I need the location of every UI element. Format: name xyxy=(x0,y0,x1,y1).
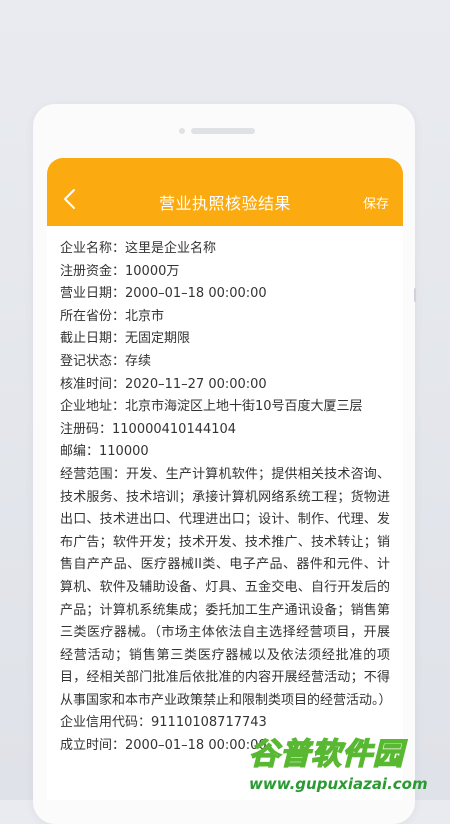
field-label: 邮编： xyxy=(60,444,100,460)
field-value: 2020–11–27 00:00:00 xyxy=(125,376,267,392)
field-company-address: 企业地址：北京市海淀区上地十街10号百度大厦三层 xyxy=(60,396,390,419)
field-value: 北京市 xyxy=(125,308,165,324)
verification-details: 企业名称：这里是企业名称 注册资金：10000万 营业日期：2000–01–18… xyxy=(60,238,392,758)
field-value: 2000–01–18 00:00:00 xyxy=(125,738,267,754)
field-label: 登记状态： xyxy=(60,353,126,369)
camera-dot xyxy=(179,128,185,134)
scrollbar-thumb[interactable] xyxy=(414,288,416,302)
field-registered-capital: 注册资金：10000万 xyxy=(60,261,390,284)
field-value: 91110108717743 xyxy=(151,715,267,731)
page-title: 营业执照核验结果 xyxy=(158,194,291,213)
field-label: 企业信用代码： xyxy=(60,715,152,731)
field-business-date: 营业日期：2000–01–18 00:00:00 xyxy=(60,283,390,306)
field-credit-code: 企业信用代码：91110108717743 xyxy=(60,712,390,735)
field-value: 2000–01–18 00:00:00 xyxy=(125,286,267,302)
field-value: 10000万 xyxy=(125,263,180,279)
watermark-url: www.gupuxiazai.com xyxy=(249,775,428,793)
field-postal-code: 邮编：110000 xyxy=(60,441,390,464)
watermark-title: 谷普软件园 xyxy=(248,736,404,773)
field-registration-code: 注册码：110000410144104 xyxy=(60,419,390,442)
field-label: 所在省份： xyxy=(60,308,126,324)
field-label: 企业名称： xyxy=(60,241,126,256)
field-value: 无固定期限 xyxy=(125,331,191,347)
watermark-logo: 谷普软件园 www.gupuxiazai.com xyxy=(247,736,447,797)
field-label: 经营范围： xyxy=(60,466,127,482)
field-value: 110000410144104 xyxy=(112,421,237,437)
field-value: 存续 xyxy=(125,353,152,369)
field-label: 营业日期： xyxy=(60,286,126,302)
field-label: 注册资金： xyxy=(60,263,126,279)
field-end-date: 截止日期：无固定期限 xyxy=(60,328,390,351)
field-label: 注册码： xyxy=(60,421,113,437)
save-button[interactable]: 保存 xyxy=(363,196,389,214)
field-label: 核准时间： xyxy=(60,376,126,392)
field-business-scope: 经营范围：开发、生产计算机软件；提供相关技术咨询、技术服务、技术培训；承接计算机… xyxy=(60,464,392,713)
field-province: 所在省份：北京市 xyxy=(60,306,390,329)
field-label: 成立时间： xyxy=(60,738,126,754)
field-value: 这里是企业名称 xyxy=(125,241,217,256)
field-company-name: 企业名称：这里是企业名称 xyxy=(60,238,390,261)
field-approval-time: 核准时间：2020–11–27 00:00:00 xyxy=(60,374,390,397)
field-value: 北京市海淀区上地十街10号百度大厦三层 xyxy=(125,399,363,415)
field-label: 截止日期： xyxy=(60,331,126,347)
field-value: 开发、生产计算机软件；提供相关技术咨询、技术服务、技术培训；承接计算机网络系统工… xyxy=(60,466,392,708)
field-value: 110000 xyxy=(99,444,149,460)
field-label: 企业地址： xyxy=(60,399,126,415)
speaker-slot xyxy=(191,128,255,134)
field-registration-status: 登记状态：存续 xyxy=(60,351,390,374)
phone-earpiece xyxy=(179,128,269,134)
app-header: 营业执照核验结果 保存 xyxy=(47,158,403,226)
app-screen: 营业执照核验结果 保存 企业名称：这里是企业名称 注册资金：10000万 营业日… xyxy=(47,158,403,800)
